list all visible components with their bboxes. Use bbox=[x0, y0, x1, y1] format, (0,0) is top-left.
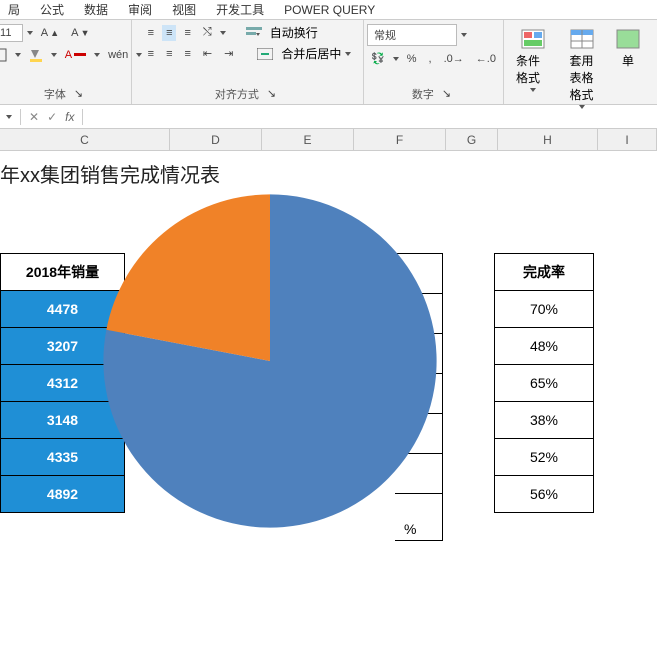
increase-decimal-icon[interactable]: .0→ bbox=[440, 51, 468, 67]
currency-icon[interactable]: 💱 bbox=[367, 50, 389, 67]
tab-powerquery[interactable]: POWER QUERY bbox=[284, 3, 375, 17]
align-right-icon[interactable]: ≡ bbox=[180, 46, 194, 62]
completion-cell[interactable]: 70% bbox=[494, 291, 594, 328]
align-bottom-icon[interactable]: ≡ bbox=[180, 25, 194, 41]
chevron-down-icon[interactable] bbox=[579, 105, 585, 109]
ribbon-group-number-label: 数字 ↘ bbox=[412, 83, 455, 102]
orientation-icon[interactable]: ⤭ bbox=[199, 24, 216, 41]
border-icon[interactable] bbox=[0, 46, 11, 64]
chevron-down-icon[interactable] bbox=[220, 31, 226, 35]
tab-devtools[interactable]: 开发工具 bbox=[216, 1, 264, 18]
format-as-table-label: 套用 表格格式 bbox=[565, 52, 598, 103]
dialog-launcher-icon[interactable]: ↘ bbox=[70, 85, 87, 102]
col-header-g[interactable]: G bbox=[446, 129, 498, 150]
completion-cell[interactable]: 48% bbox=[494, 328, 594, 365]
font-size-input[interactable]: 11 bbox=[0, 24, 23, 42]
font-color-icon[interactable]: A bbox=[61, 47, 90, 63]
completion-cell[interactable]: 65% bbox=[494, 365, 594, 402]
conditional-format-button[interactable]: 条件格式 bbox=[510, 24, 555, 96]
decrease-decimal-icon[interactable]: ←.0 bbox=[472, 51, 500, 67]
ribbon-tabs: 局 公式 数据 审阅 视图 开发工具 POWER QUERY bbox=[0, 0, 657, 20]
ribbon-group-align: ≡ ≡ ≡ ⤭ 自动换行 ≡ ≡ ≡ ⇤ ⇥ bbox=[132, 20, 364, 104]
column-headers: C D E F G H I bbox=[0, 129, 657, 151]
chevron-down-icon[interactable] bbox=[461, 33, 467, 37]
chevron-down-icon[interactable] bbox=[345, 52, 351, 56]
chevron-down-icon[interactable] bbox=[27, 31, 33, 35]
number-format-select[interactable]: 常规 bbox=[367, 24, 457, 46]
completion-cell[interactable]: 56% bbox=[494, 476, 594, 513]
worksheet[interactable]: 年xx集团销售完成情况表 % 2018年销量 4478 3207 4312 31… bbox=[0, 151, 657, 647]
sheet-title: 年xx集团销售完成情况表 bbox=[0, 159, 220, 188]
dialog-launcher-icon[interactable]: ↘ bbox=[438, 85, 455, 102]
ribbon-group-number: 常规 💱 % , .0→ ←.0 数字 ↘ bbox=[364, 20, 504, 104]
completion-header: 完成率 bbox=[494, 253, 594, 291]
chevron-down-icon[interactable] bbox=[530, 88, 536, 92]
confirm-icon[interactable]: ✓ bbox=[47, 110, 57, 124]
phonetic-icon[interactable]: wén bbox=[104, 47, 132, 63]
tab-review[interactable]: 审阅 bbox=[128, 1, 152, 18]
completion-cell[interactable]: 52% bbox=[494, 439, 594, 476]
wrap-text-label[interactable]: 自动换行 bbox=[270, 24, 318, 41]
col-header-f[interactable]: F bbox=[354, 129, 446, 150]
pie-chart[interactable] bbox=[100, 191, 440, 531]
completion-table: 完成率 70% 48% 65% 38% 52% 56% bbox=[494, 253, 594, 513]
align-center-icon[interactable]: ≡ bbox=[162, 46, 176, 62]
align-left-icon[interactable]: ≡ bbox=[144, 46, 158, 62]
fx-icon[interactable]: fx bbox=[65, 110, 74, 124]
align-middle-icon[interactable]: ≡ bbox=[162, 25, 176, 41]
ribbon-group-styles: 条件格式 套用 表格格式 单 bbox=[504, 20, 654, 104]
decrease-font-icon[interactable]: A▼ bbox=[67, 25, 93, 41]
ribbon: 11 A▲ A▼ A wén 字体 ↘ bbox=[0, 20, 657, 105]
col-header-i[interactable]: I bbox=[598, 129, 657, 150]
tab-data[interactable]: 数据 bbox=[84, 1, 108, 18]
col-header-h[interactable]: H bbox=[498, 129, 598, 150]
col-header-d[interactable]: D bbox=[170, 129, 262, 150]
cell-styles-label: 单 bbox=[622, 52, 634, 69]
ribbon-group-font: 11 A▲ A▼ A wén 字体 ↘ bbox=[0, 20, 132, 104]
wrap-text-icon[interactable] bbox=[242, 25, 266, 41]
chevron-down-icon[interactable] bbox=[94, 53, 100, 57]
tab-formulas[interactable]: 公式 bbox=[40, 1, 64, 18]
chevron-down-icon[interactable] bbox=[15, 53, 21, 57]
tab-layout[interactable]: 局 bbox=[8, 1, 20, 18]
merge-center-icon[interactable] bbox=[253, 46, 277, 62]
decrease-indent-icon[interactable]: ⇤ bbox=[199, 45, 216, 62]
col-header-c[interactable]: C bbox=[0, 129, 170, 150]
dialog-launcher-icon[interactable]: ↘ bbox=[263, 85, 280, 102]
format-as-table-button[interactable]: 套用 表格格式 bbox=[559, 24, 604, 113]
cell-styles-button[interactable]: 单 bbox=[608, 24, 648, 73]
percent-icon[interactable]: % bbox=[403, 51, 421, 67]
merge-center-label[interactable]: 合并后居中 bbox=[281, 45, 341, 62]
namebox-dropdown-icon[interactable] bbox=[6, 115, 12, 119]
ribbon-group-font-label: 字体 ↘ bbox=[44, 83, 87, 102]
col-header-e[interactable]: E bbox=[262, 129, 354, 150]
tab-view[interactable]: 视图 bbox=[172, 1, 196, 18]
chevron-down-icon[interactable] bbox=[393, 57, 399, 61]
ribbon-group-align-label: 对齐方式 ↘ bbox=[215, 83, 280, 102]
increase-font-icon[interactable]: A▲ bbox=[37, 25, 63, 41]
chevron-down-icon[interactable] bbox=[51, 53, 57, 57]
comma-icon[interactable]: , bbox=[425, 51, 436, 67]
increase-indent-icon[interactable]: ⇥ bbox=[220, 45, 237, 62]
completion-cell[interactable]: 38% bbox=[494, 402, 594, 439]
conditional-format-label: 条件格式 bbox=[516, 52, 549, 86]
fill-color-icon[interactable] bbox=[25, 46, 47, 64]
cancel-icon[interactable]: ✕ bbox=[29, 110, 39, 124]
align-top-icon[interactable]: ≡ bbox=[144, 25, 158, 41]
